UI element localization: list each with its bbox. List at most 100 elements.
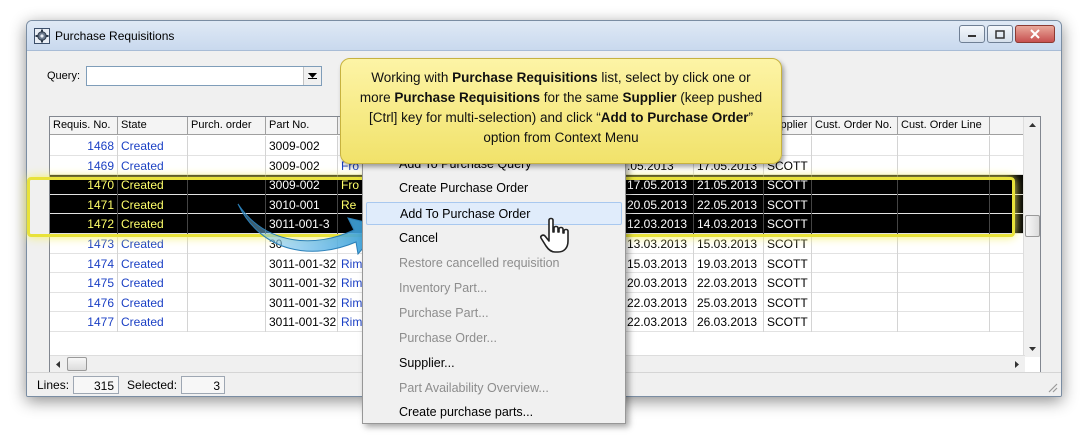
- selected-label: Selected:: [127, 377, 178, 392]
- cell-requis-no: 1477: [50, 312, 118, 332]
- maximize-icon: [995, 29, 1005, 39]
- cell-cust-order-line: [898, 253, 990, 274]
- cell-state: Created: [118, 136, 188, 156]
- menu-item[interactable]: Create Purchase Order: [366, 177, 622, 200]
- cell-cust-order-line: [898, 312, 990, 332]
- cell-cust-order-no: [812, 233, 898, 254]
- chevron-up-icon: [1028, 123, 1036, 127]
- query-row: Query:: [47, 66, 323, 86]
- cell-cust-order-no: [812, 194, 898, 215]
- cell-date-1: 12.03.2013: [624, 214, 694, 234]
- cell-date-2: 22.05.2013: [694, 194, 764, 215]
- scroll-down-button[interactable]: [1024, 341, 1040, 357]
- context-menu: Add To Purchase Query Create Purchase Ord…: [362, 148, 626, 424]
- callout-bold-1: Purchase Requisitions: [452, 70, 598, 85]
- cell-date-2: 26.03.2013: [694, 312, 764, 332]
- window-title: Purchase Requisitions: [55, 29, 175, 43]
- vertical-scroll-thumb[interactable]: [1025, 215, 1040, 237]
- cell-requis-no: 1469: [50, 155, 118, 176]
- cell-date-2: 19.03.2013: [694, 253, 764, 274]
- query-dropdown-button[interactable]: [303, 67, 322, 85]
- callout-bold-2: Purchase Requisitions: [394, 90, 540, 105]
- close-button[interactable]: [1015, 25, 1055, 43]
- cell-supplier: SCOTT: [764, 312, 812, 332]
- cell-date-2: 22.03.2013: [694, 273, 764, 293]
- lines-label: Lines:: [37, 377, 70, 392]
- cell-date-1: 22.03.2013: [624, 312, 694, 332]
- chevron-left-icon: [56, 360, 60, 368]
- cell-date-2: 21.05.2013: [694, 175, 764, 195]
- cell-state: Created: [118, 214, 188, 234]
- title-bar[interactable]: Purchase Requisitions: [27, 21, 1061, 51]
- cell-cust-order-no: [812, 214, 898, 234]
- minimize-button[interactable]: [959, 25, 985, 43]
- cell-cust-order-line: [898, 233, 990, 254]
- vertical-scrollbar[interactable]: [1023, 117, 1040, 357]
- cell-requis-no: 1471: [50, 194, 118, 215]
- cell-purch-order: [188, 292, 266, 313]
- cell-requis-no: 1468: [50, 136, 118, 156]
- cell-part-no: 3011-001-32: [266, 292, 338, 313]
- cell-purch-order: [188, 155, 266, 176]
- window-controls: [959, 25, 1055, 43]
- close-icon: [1030, 29, 1040, 39]
- cell-date-1: 15.03.2013: [624, 253, 694, 274]
- cell-part-no: 3009-002: [266, 136, 338, 156]
- menu-item[interactable]: Supplier...: [366, 352, 622, 375]
- hand-pointer-icon: [540, 217, 569, 253]
- menu-item: Inventory Part...: [399, 281, 488, 295]
- instruction-callout: Working with Purchase Requisitions list,…: [340, 58, 782, 164]
- cell-state: Created: [118, 194, 188, 215]
- cell-date-1: 20.03.2013: [624, 273, 694, 293]
- col-purch-order[interactable]: Purch. order: [188, 117, 266, 135]
- lines-count: 315: [73, 375, 120, 394]
- menu-item: Part Availability Overview...: [399, 381, 549, 395]
- col-cust-order-no[interactable]: Cust. Order No.: [812, 117, 898, 135]
- scroll-left-button[interactable]: [50, 356, 66, 372]
- selected-count: 3: [181, 375, 226, 394]
- cell-date-2: 14.03.2013: [694, 214, 764, 234]
- cell-cust-order-line: [898, 273, 990, 293]
- cell-requis-no: 1475: [50, 273, 118, 293]
- cell-state: Created: [118, 155, 188, 176]
- cell-purch-order: [188, 273, 266, 293]
- cell-state: Created: [118, 273, 188, 293]
- cell-date-1: 22.03.2013: [624, 292, 694, 313]
- cell-cust-order-no: [812, 155, 898, 176]
- maximize-button[interactable]: [987, 25, 1013, 43]
- cell-supplier: SCOTT: [764, 194, 812, 215]
- cell-state: Created: [118, 233, 188, 254]
- query-combo[interactable]: [86, 66, 323, 86]
- cell-cust-order-line: [898, 214, 990, 234]
- horizontal-scroll-thumb[interactable]: [67, 357, 87, 371]
- cell-supplier: SCOTT: [764, 233, 812, 254]
- cell-state: Created: [118, 312, 188, 332]
- menu-item[interactable]: Cancel: [366, 227, 622, 250]
- cell-date-2: 15.03.2013: [694, 233, 764, 254]
- scroll-right-button[interactable]: [1009, 356, 1025, 372]
- scroll-up-button[interactable]: [1024, 117, 1040, 133]
- cell-supplier: SCOTT: [764, 253, 812, 274]
- cell-part-no: 3009-002: [266, 155, 338, 176]
- gear-window-icon: [34, 28, 50, 44]
- resize-grip-icon[interactable]: [1046, 381, 1058, 393]
- col-state[interactable]: State: [118, 117, 188, 135]
- menu-item: Purchase Part...: [399, 306, 489, 320]
- menu-item[interactable]: Create purchase parts...: [366, 401, 622, 424]
- cell-purch-order: [188, 312, 266, 332]
- cell-date-1: 17.05.2013: [624, 175, 694, 195]
- chevron-down-icon: [1028, 347, 1036, 351]
- cell-supplier: SCOTT: [764, 273, 812, 293]
- cell-date-2: 25.03.2013: [694, 292, 764, 313]
- cell-state: Created: [118, 175, 188, 195]
- cell-supplier: SCOTT: [764, 175, 812, 195]
- cell-state: Created: [118, 292, 188, 313]
- cell-requis-no: 1470: [50, 175, 118, 195]
- col-cust-order-line[interactable]: Cust. Order Line: [898, 117, 990, 135]
- cell-cust-order-line: [898, 175, 990, 195]
- menu-item[interactable]: Add To Purchase Order: [366, 202, 622, 225]
- col-requis-no[interactable]: Requis. No.: [50, 117, 118, 135]
- col-part-no[interactable]: Part No.: [266, 117, 338, 135]
- cell-cust-order-line: [898, 194, 990, 215]
- callout-text-3: for the same: [539, 90, 623, 105]
